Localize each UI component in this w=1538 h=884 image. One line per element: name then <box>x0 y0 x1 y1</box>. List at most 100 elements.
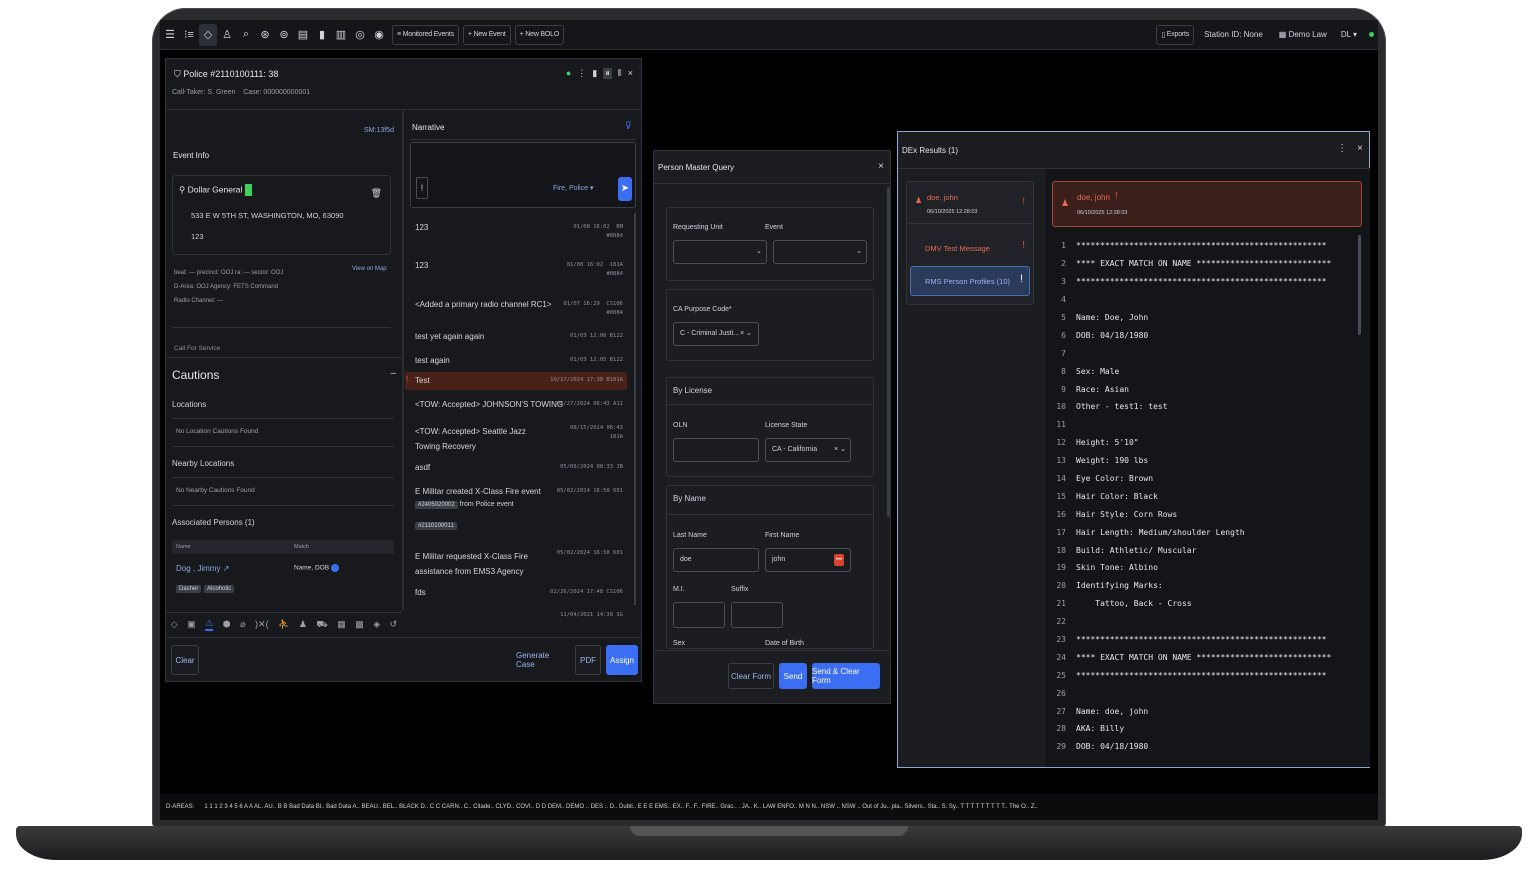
dex-scrollbar[interactable] <box>1358 235 1361 335</box>
dex-icon[interactable]: ◎ <box>351 24 369 46</box>
list-icon[interactable]: ⁝≡ <box>180 24 198 46</box>
new-event-button[interactable]: + New Event <box>462 24 511 45</box>
person-icon[interactable]: ♙ <box>218 24 236 46</box>
more-icon[interactable]: ⋮ <box>1337 143 1347 154</box>
view-on-map-link[interactable]: View on Map <box>352 266 387 272</box>
narrative-scrollbar[interactable] <box>634 213 636 605</box>
shield-icon: ⛉ <box>174 69 184 79</box>
line-number: 12 <box>1056 438 1066 448</box>
document-icon[interactable]: ▤ <box>294 24 312 46</box>
collapse-icon[interactable]: – <box>390 368 396 379</box>
rms-profiles-item[interactable]: RMS Person Profiles (10) ! <box>910 266 1030 296</box>
clear-x-icon[interactable]: × ⌄ <box>740 329 752 337</box>
darea-line: D-Area: OOJ Agency: FETS Command <box>174 284 279 290</box>
dex-line: 19 Skin Tone: Albino <box>1046 559 1346 577</box>
diamond-outline-icon[interactable]: ◈ <box>373 619 380 630</box>
person-icon[interactable]: ♟ <box>299 619 307 630</box>
close-icon[interactable]: × <box>878 161 884 172</box>
license-state-select[interactable]: CA - California × ⌄ <box>765 438 851 462</box>
search-vehicle-icon[interactable]: ⌕ <box>237 24 255 46</box>
dex-line: 24 **** EXACT MATCH ON NAME *************… <box>1046 648 1346 666</box>
line-text: Race: Asian <box>1076 384 1129 394</box>
send-icon[interactable]: ➤ <box>618 177 632 201</box>
layout-single-icon[interactable]: ▮ <box>592 68 597 79</box>
diamond-icon[interactable]: ◇ <box>199 23 217 46</box>
dex-line: 18 Build: Athletic/ Muscular <box>1046 541 1346 559</box>
history-icon[interactable]: ↺ <box>390 619 398 630</box>
form-icon[interactable]: ▥ <box>332 24 350 46</box>
suffix-input[interactable] <box>731 602 783 628</box>
beat-line: beat: — precinct: OOJ ra: — sector: OOJ <box>174 270 284 276</box>
trash-icon[interactable]: 🗑 <box>371 188 382 199</box>
diamond-icon[interactable]: ◇ <box>171 619 178 630</box>
oln-label: OLN <box>673 422 688 429</box>
dex-line: 20 Identifying Marks: <box>1046 577 1346 595</box>
monitored-events-button[interactable]: ≡ Monitored Events <box>392 24 459 45</box>
pmq-scrollbar[interactable] <box>887 187 890 517</box>
exports-button[interactable]: ▯ Exports <box>1156 24 1195 45</box>
assign-button[interactable]: Assign <box>606 645 638 675</box>
line-text: Skin Tone: Albino <box>1076 563 1158 573</box>
narrative-destination[interactable]: Fire, Police ▾ <box>553 184 593 192</box>
last-name-input[interactable]: doe <box>673 548 759 572</box>
gallery-icon[interactable]: ▩ <box>355 619 364 630</box>
status-icon[interactable]: ● <box>566 68 571 79</box>
agency-selector[interactable]: ▦ Demo Law <box>1279 30 1327 39</box>
more-icon[interactable]: ⋮ <box>577 68 586 79</box>
station-id: Station ID: None <box>1204 30 1263 39</box>
requesting-unit-label: Requesting Unit <box>673 224 723 231</box>
pdf-button[interactable]: PDF <box>575 645 601 675</box>
line-number: 6 <box>1061 330 1066 340</box>
narrative-entry: test yet again again 01/03 12:06 B122 <box>415 332 623 341</box>
layout-triple-icon[interactable]: ⦀ <box>618 68 622 79</box>
sm-id[interactable]: SM:13f5d <box>364 127 394 134</box>
d-areas-list[interactable]: 1 1 1 2 3 4 5 6 A A AL. AU.. B B Bad Dat… <box>204 804 1038 810</box>
clear-form-button[interactable]: Clear Form <box>728 663 774 689</box>
line-text: Sex: Male <box>1076 366 1120 376</box>
audio-icon[interactable]: )✕( <box>255 619 269 630</box>
layout-split-icon[interactable]: ⏸ <box>603 68 612 79</box>
dmv-message-item[interactable]: DMV Test Message <box>925 244 990 253</box>
search-person-icon[interactable]: ⊛ <box>256 24 274 46</box>
info-icon[interactable] <box>330 564 339 572</box>
event-select[interactable]: ⌄ <box>773 240 867 264</box>
menu-icon[interactable]: ☰ <box>161 24 179 46</box>
close-icon[interactable]: × <box>628 68 633 79</box>
narrative-entry: fds 02/26/2024 17:48 CS106 <box>415 588 623 597</box>
send-clear-form-button[interactable]: Send & Clear Form <box>812 663 880 689</box>
clear-x-icon[interactable]: × ⌄ <box>834 445 846 453</box>
generate-case-button[interactable]: Generate Case <box>516 645 566 675</box>
oln-input[interactable] <box>673 438 759 462</box>
person-link[interactable]: Dog , Jimmy ↗ <box>176 564 229 573</box>
first-name-input[interactable]: john ••• <box>765 548 851 572</box>
building-icon[interactable]: ▦ <box>337 619 346 630</box>
search-gun-icon[interactable]: ⊚ <box>275 24 293 46</box>
last-name-label: Last Name <box>673 532 707 539</box>
line-number: 1 <box>1061 241 1066 251</box>
message-icon[interactable]: ▮ <box>313 24 331 46</box>
dex-result-item[interactable]: ♟ doe, john 06/10/2025 12:28:03 ! <box>907 182 1033 224</box>
password-manager-icon[interactable]: ••• <box>834 554 844 566</box>
event-tag[interactable]: #2110100011 <box>415 522 457 530</box>
warning-icon[interactable]: ⚠ <box>205 618 214 631</box>
vehicle-icon[interactable]: ⛟ <box>316 619 327 631</box>
user-menu[interactable]: DL ▾ <box>1341 30 1357 39</box>
close-icon[interactable]: × <box>1357 143 1363 154</box>
person-walk-icon[interactable]: ⛹ <box>278 619 289 630</box>
mi-input[interactable] <box>673 602 725 628</box>
narrative-input[interactable]: ! Fire, Police ▾ ➤ <box>410 142 636 208</box>
priority-icon[interactable]: ! <box>416 177 428 199</box>
call-for-service-label: Call For Service <box>174 345 221 352</box>
clear-button[interactable]: Clear <box>171 645 199 675</box>
paperclip-icon[interactable]: ⌀ <box>240 619 245 630</box>
filter-icon[interactable]: ⊽ <box>625 121 632 132</box>
card-icon[interactable]: ▣ <box>187 619 196 630</box>
send-button[interactable]: Send <box>779 663 807 689</box>
requesting-unit-select[interactable]: ⌄ <box>673 240 767 264</box>
line-number: 27 <box>1056 706 1066 716</box>
event-tag[interactable]: #2405020002 <box>415 501 458 509</box>
purpose-select[interactable]: C - Criminal Justi... × ⌄ <box>673 322 759 346</box>
new-bolo-button[interactable]: + New BOLO <box>514 24 565 45</box>
shield-icon[interactable]: ⬢ <box>223 619 231 630</box>
record-icon[interactable]: ◉ <box>370 24 388 46</box>
